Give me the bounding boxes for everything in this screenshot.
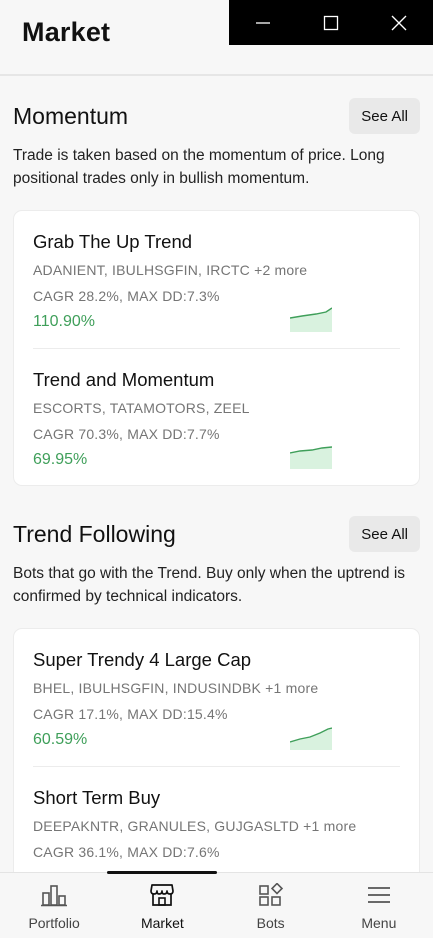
bot-item[interactable]: Grab The Up Trend ADANIENT, IBULHSGFIN, … xyxy=(33,211,400,348)
nav-label: Market xyxy=(140,915,184,931)
section-description: Bots that go with the Trend. Buy only wh… xyxy=(13,565,406,605)
nav-item-portfolio[interactable]: Portfolio xyxy=(0,873,108,938)
bot-return: 60.59% xyxy=(33,731,88,748)
bot-name: Short Term Buy xyxy=(33,787,161,808)
sparkline-chart xyxy=(290,727,332,750)
hamburger-icon xyxy=(366,883,392,907)
store-icon xyxy=(149,883,175,907)
minimize-icon xyxy=(256,21,270,24)
bot-return: 69.95% xyxy=(33,451,88,468)
active-tab-indicator xyxy=(107,871,218,874)
bot-item[interactable]: Trend and Momentum ESCORTS, TATAMOTORS, … xyxy=(33,348,400,485)
nav-item-menu[interactable]: Menu xyxy=(325,873,433,938)
maximize-icon xyxy=(323,15,339,30)
section-title: Trend Following xyxy=(13,520,176,547)
bot-name: Trend and Momentum xyxy=(33,369,215,390)
market-content[interactable]: Momentum See All Trade is taken based on… xyxy=(0,78,433,872)
bot-card: Super Trendy 4 Large Cap BHEL, IBULHSGFI… xyxy=(13,628,420,872)
bot-symbols: DEEPAKNTR, GRANULES, GUJGASLTD +1 more xyxy=(33,818,357,834)
grid-icon xyxy=(258,883,284,907)
bot-item[interactable]: Short Term Buy DEEPAKNTR, GRANULES, GUJG… xyxy=(33,766,400,872)
page-title: Market xyxy=(22,16,111,47)
bar-chart-icon xyxy=(41,883,68,907)
nav-label: Menu xyxy=(361,915,397,931)
sparkline-area xyxy=(290,728,332,750)
bot-item[interactable]: Super Trendy 4 Large Cap BHEL, IBULHSGFI… xyxy=(33,629,400,766)
nav-item-bots[interactable]: Bots xyxy=(217,873,325,938)
section-header: Trend Following See All xyxy=(13,516,420,552)
nav-item-market[interactable]: Market xyxy=(107,871,218,938)
bot-card: Grab The Up Trend ADANIENT, IBULHSGFIN, … xyxy=(13,210,420,486)
bot-stats: CAGR 70.3%, MAX DD:7.7% xyxy=(33,426,220,442)
bot-stats: CAGR 28.2%, MAX DD:7.3% xyxy=(33,288,220,304)
momentum-section: Momentum See All Trade is taken based on… xyxy=(0,98,433,486)
see-all-button[interactable]: See All xyxy=(349,98,420,134)
maximize-button[interactable] xyxy=(297,0,365,45)
bottom-nav: Portfolio Market Bots Menu xyxy=(0,871,433,938)
trend-following-section: Trend Following See All Bots that go wit… xyxy=(0,516,433,872)
section-header: Momentum See All xyxy=(13,98,420,134)
bot-name: Super Trendy 4 Large Cap xyxy=(33,649,252,670)
bot-symbols: ESCORTS, TATAMOTORS, ZEEL xyxy=(33,400,250,416)
bot-name: Grab The Up Trend xyxy=(33,231,193,252)
bot-symbols: BHEL, IBULHSGFIN, INDUSINDBK +1 more xyxy=(33,680,319,696)
sparkline-chart xyxy=(290,446,332,469)
close-button[interactable] xyxy=(365,0,433,45)
window-controls xyxy=(229,0,433,45)
bot-stats: CAGR 17.1%, MAX DD:15.4% xyxy=(33,706,228,722)
bot-stats: CAGR 36.1%, MAX DD:7.6% xyxy=(33,844,220,860)
see-all-button[interactable]: See All xyxy=(349,516,420,552)
close-icon xyxy=(391,15,407,30)
section-description: Trade is taken based on the momentum of … xyxy=(13,147,385,187)
bot-symbols: ADANIENT, IBULHSGFIN, IRCTC +2 more xyxy=(33,262,308,278)
minimize-button[interactable] xyxy=(229,0,297,45)
nav-label: Portfolio xyxy=(28,915,80,931)
section-title: Momentum xyxy=(13,102,129,129)
sparkline-chart xyxy=(290,307,332,332)
bot-return: 110.90% xyxy=(33,313,95,330)
nav-label: Bots xyxy=(256,915,285,931)
